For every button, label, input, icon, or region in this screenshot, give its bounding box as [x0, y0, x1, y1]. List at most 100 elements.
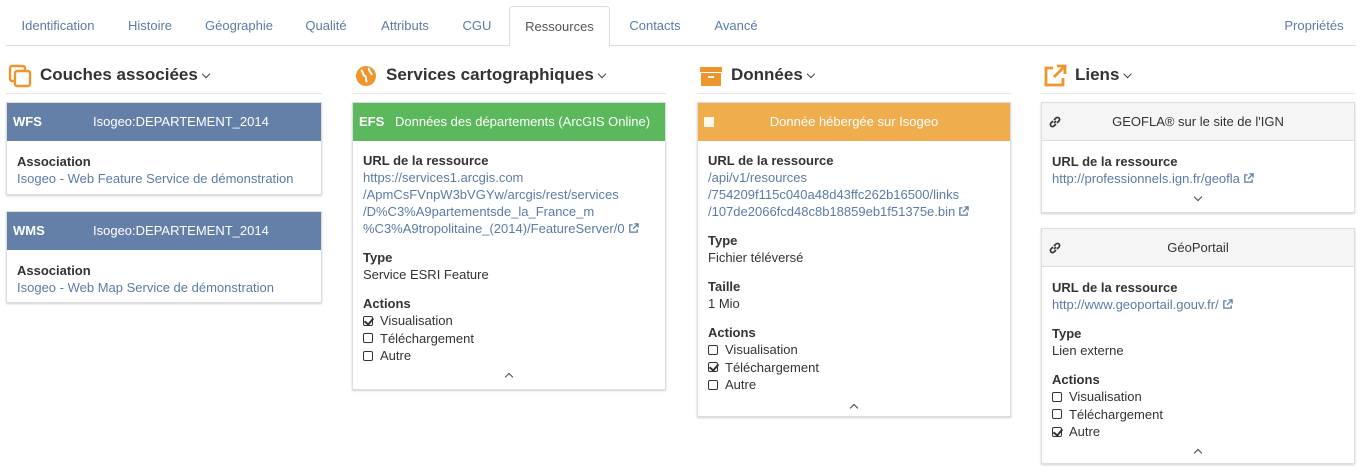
chevron-up-icon [506, 371, 512, 382]
tab-geographie[interactable]: Géographie [190, 6, 288, 46]
action-label: Visualisation [725, 342, 798, 357]
actions-label: Actions [1052, 372, 1100, 387]
chevron-down-icon [1195, 195, 1201, 206]
layers-title: Couches associées [40, 65, 198, 84]
action-label: Autre [1069, 424, 1101, 439]
url-line: /107de2066fcd48c8b18859eb1f51375e.bin [708, 204, 956, 219]
actions-label: Actions [363, 296, 411, 311]
type-value: Lien externe [1052, 343, 1124, 358]
action-autre[interactable]: Autre [363, 347, 655, 365]
checkbox-unchecked[interactable] [708, 344, 718, 355]
links-title-bar: Liens ⌵ [1041, 56, 1355, 94]
collapse-toggle-icon[interactable]: ⌵ [807, 64, 815, 86]
archive-box-icon [700, 67, 722, 86]
chevron-up-icon [851, 402, 857, 413]
action-telechargement[interactable]: Téléchargement [363, 330, 655, 348]
checkbox-unchecked[interactable] [708, 379, 718, 390]
data-url-link[interactable]: /api/v1/resources /754209f115c040a48d43f… [708, 169, 1000, 220]
external-link-icon [959, 206, 969, 216]
layers-title-bar: Couches associées ⌵ [6, 56, 322, 94]
tab-cgu[interactable]: CGU [446, 6, 508, 46]
links-title: Liens [1075, 65, 1120, 84]
layer-name: Isogeo:DEPARTEMENT_2014 [93, 223, 269, 238]
type-value: Service ESRI Feature [363, 267, 489, 282]
action-visualisation[interactable]: Visualisation [1052, 388, 1344, 406]
data-panel-header[interactable]: Donnée hébergée sur Isogeo [698, 103, 1010, 141]
action-autre[interactable]: Autre [1052, 423, 1344, 441]
action-telechargement[interactable]: Téléchargement [708, 359, 1000, 377]
association-label: Association [17, 154, 91, 169]
actions-label: Actions [708, 325, 756, 340]
layer-code: WMS [13, 223, 45, 238]
layer-code: WFS [13, 114, 42, 129]
association-label: Association [17, 263, 91, 278]
link-url[interactable]: http://professionnels.ign.fr/geofla [1052, 171, 1240, 186]
type-label: Type [1052, 326, 1082, 341]
data-panel: Donnée hébergée sur Isogeo URL de la res… [697, 102, 1011, 417]
collapse-toggle-icon[interactable]: ⌵ [598, 64, 606, 86]
link-panel-header[interactable]: GéoPortail [1042, 229, 1354, 267]
url-label: URL de la ressource [363, 153, 489, 168]
service-url-link[interactable]: https://services1.arcgis.com /ApmCsFVnpW… [363, 169, 655, 237]
action-label: Téléchargement [380, 330, 474, 346]
association-link[interactable]: Isogeo - Web Map Service de démonstratio… [17, 279, 311, 296]
tab-attributs[interactable]: Attributs [364, 6, 446, 46]
action-visualisation[interactable]: Visualisation [708, 341, 1000, 359]
checkbox-unchecked[interactable] [1052, 391, 1062, 402]
action-label: Téléchargement [1069, 406, 1163, 422]
tab-histoire[interactable]: Histoire [110, 6, 190, 46]
globe-icon [356, 66, 376, 86]
size-label: Taille [708, 279, 741, 294]
tab-proprietes[interactable]: Propriétés [1278, 6, 1350, 46]
action-autre[interactable]: Autre [708, 376, 1000, 394]
external-link-icon [628, 223, 639, 233]
chain-link-icon [1049, 116, 1061, 128]
checkbox-unchecked[interactable] [363, 350, 373, 361]
action-visualisation[interactable]: Visualisation [363, 312, 655, 330]
tab-ressources[interactable]: Ressources [509, 6, 610, 47]
external-link-icon [1244, 173, 1254, 183]
link-panel-header[interactable]: GEOFLA® sur le site de l'IGN [1042, 103, 1354, 141]
collapse-button[interactable] [708, 400, 1000, 416]
links-column: Liens ⌵ [1041, 56, 1355, 94]
checkbox-checked[interactable] [1052, 426, 1062, 437]
service-code: EFS [359, 114, 385, 129]
collapse-button[interactable] [363, 369, 655, 385]
url-label: URL de la ressource [1052, 154, 1178, 169]
checkbox-checked[interactable] [708, 362, 718, 373]
link-name: GEOFLA® sur le site de l'IGN [1112, 114, 1284, 129]
layer-panel-header[interactable]: WFS Isogeo:DEPARTEMENT_2014 [7, 103, 321, 141]
url-line: /ApmCsFVnpW3bVGYw/arcgis/rest/services [363, 187, 619, 202]
collapse-toggle-icon[interactable]: ⌵ [1123, 64, 1131, 86]
file-icon [704, 117, 714, 127]
link-url[interactable]: http://www.geoportail.gouv.fr/ [1052, 297, 1219, 312]
layers-column: Couches associées ⌵ [6, 56, 322, 94]
checkbox-unchecked[interactable] [363, 333, 373, 344]
type-label: Type [708, 233, 738, 248]
link-panel-geoportail: GéoPortail URL de la ressource http://ww… [1041, 228, 1355, 464]
checkbox-unchecked[interactable] [1052, 409, 1062, 420]
tab-avance[interactable]: Avancé [698, 6, 774, 46]
association-link[interactable]: Isogeo - Web Feature Service de démonstr… [17, 170, 311, 187]
url-line: /D%C3%A9partementsde_la_France_m [363, 204, 595, 219]
link-name: GéoPortail [1167, 240, 1229, 255]
tab-contacts[interactable]: Contacts [612, 6, 698, 46]
action-telechargement[interactable]: Téléchargement [1052, 406, 1344, 424]
tab-qualite[interactable]: Qualité [288, 6, 364, 46]
service-panel-header[interactable]: EFS Données des départements (ArcGIS Onli… [353, 103, 665, 141]
layer-panel-header[interactable]: WMS Isogeo:DEPARTEMENT_2014 [7, 212, 321, 250]
services-column: Services cartographiques ⌵ [352, 56, 666, 94]
layer-panel-wfs: WFS Isogeo:DEPARTEMENT_2014 Association I… [6, 102, 322, 195]
services-title-bar: Services cartographiques ⌵ [352, 56, 666, 94]
url-line: /api/v1/resources [708, 170, 807, 185]
size-value: 1 Mio [708, 296, 740, 311]
tab-identification[interactable]: Identification [6, 6, 110, 46]
action-label: Autre [725, 377, 757, 392]
collapse-toggle-icon[interactable]: ⌵ [202, 64, 210, 86]
external-link-icon [1044, 64, 1067, 87]
checkbox-checked[interactable] [363, 315, 373, 326]
chain-link-icon [1049, 242, 1061, 254]
tab-bar: Identification Histoire Géographie Quali… [6, 6, 1356, 47]
expand-button[interactable] [1052, 193, 1344, 209]
collapse-button[interactable] [1052, 445, 1344, 461]
